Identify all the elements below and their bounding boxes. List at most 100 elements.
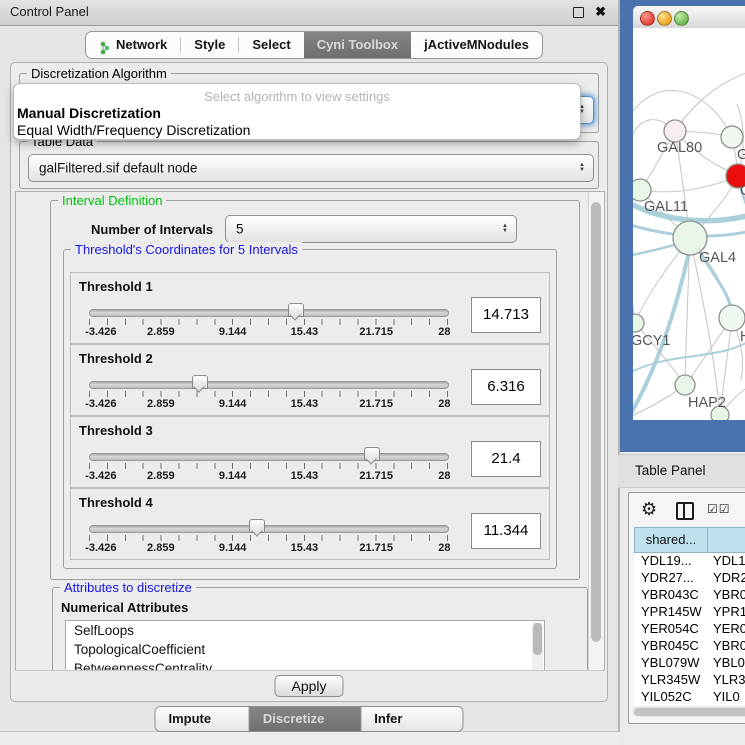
node-label: GCY1 [633, 333, 671, 349]
table-row[interactable]: YLR345WYLR3 [634, 672, 745, 689]
vertical-scrollbar[interactable] [588, 192, 604, 670]
apply-row: Apply [15, 670, 603, 700]
attributes-group-label: Attributes to discretize [60, 580, 196, 595]
slider-scale: -3.4262.8599.14415.4321.71528 [89, 398, 448, 410]
network-window-titlebar[interactable] [633, 6, 745, 29]
slider-ticks [89, 391, 448, 397]
table-row[interactable]: YDL19...YDL1 [634, 553, 745, 570]
tab-discretize-data[interactable]: Discretize Data [249, 707, 360, 731]
cell-shared-name: YER054C [641, 621, 699, 636]
table-row[interactable]: YDR27... YDR2 [634, 570, 745, 587]
checkbox-icons[interactable]: ☑☑ [707, 502, 731, 516]
column-header-name[interactable]: na [707, 527, 745, 553]
close-button[interactable] [640, 11, 655, 26]
network-node-gal11[interactable] [633, 179, 651, 201]
algorithm-dropdown-popup: Select algorithm to view settings Manual… [13, 83, 581, 140]
vertical-scrollbar-thumb[interactable] [591, 202, 601, 642]
cell-name: YIL0 [713, 689, 740, 704]
network-canvas[interactable]: GAL80GCGAL11GAL4GCY1HHAP2 [633, 28, 745, 420]
tab-select[interactable]: Select [239, 32, 303, 58]
attribute-list-item[interactable]: SelfLoops [66, 621, 544, 640]
table-panel-title: Table Panel [635, 463, 706, 478]
network-icon [99, 38, 111, 52]
slider-track[interactable] [89, 381, 449, 389]
algorithm-group-label: Discretization Algorithm [27, 66, 171, 81]
cell-shared-name: YDR27... [641, 570, 694, 585]
slider-handle[interactable] [192, 375, 208, 389]
threshold-slider[interactable]: -3.4262.8599.14415.4321.71528 [89, 453, 447, 483]
control-panel-window: Control Panel ✖ NetworkStyleSelectCyni T… [0, 0, 620, 732]
tab-cyni-toolbox[interactable]: Cyni Toolbox [304, 32, 411, 58]
slider-handle[interactable] [364, 447, 380, 461]
dropdown-option-manual-discretization[interactable]: Manual Discretization [17, 105, 161, 121]
slider-track[interactable] [89, 525, 449, 533]
slider-track[interactable] [89, 309, 449, 317]
minimize-button[interactable] [657, 11, 672, 26]
threshold-value-field[interactable]: 11.344 [471, 513, 541, 549]
cell-shared-name: YBR045C [641, 638, 699, 653]
thresholds-group-label: Threshold's Coordinates for 5 Intervals [71, 242, 302, 257]
table-data-combobox[interactable]: galFiltered.sif default node ▲▼ [28, 154, 594, 182]
node-label: GAL4 [699, 250, 736, 266]
slider-track[interactable] [89, 453, 449, 461]
node-label: GAL11 [644, 199, 688, 215]
table-row[interactable]: YBL079WYBL0 [634, 655, 745, 672]
table-header: shared... na [629, 527, 745, 553]
cyni-toolbox-panel: Discretization Algorithm ▲▼ Select algor… [10, 62, 608, 702]
threshold-slider[interactable]: -3.4262.8599.14415.4321.71528 [89, 309, 447, 339]
zoom-button[interactable] [674, 11, 689, 26]
network-node-h[interactable] [719, 305, 745, 331]
threshold-value-field[interactable]: 14.713 [471, 297, 541, 333]
threshold-value-field[interactable]: 6.316 [471, 369, 541, 405]
horizontal-scrollbar[interactable] [632, 706, 745, 717]
attribute-list-item[interactable]: TopologicalCoefficient [66, 640, 544, 659]
tab-jactivemnodules[interactable]: jActiveMNodules [411, 32, 542, 58]
combo-arrows-icon: ▲▼ [579, 163, 585, 173]
table-row[interactable]: YER054CYER0 [634, 621, 745, 638]
cell-shared-name: YPR145W [641, 604, 702, 619]
apply-button[interactable]: Apply [274, 675, 343, 697]
close-icon[interactable]: ✖ [595, 3, 606, 21]
node-label: GAL80 [657, 140, 702, 156]
table-row[interactable]: YBR045CYBR0 [634, 638, 745, 655]
network-node-g[interactable] [721, 126, 743, 148]
threshold-slider[interactable]: -3.4262.8599.14415.4321.71528 [89, 525, 447, 555]
slider-handle[interactable] [288, 303, 304, 317]
number-of-intervals-value: 5 [236, 222, 244, 237]
network-node-gal80[interactable] [664, 120, 686, 142]
thresholds-group: Threshold's Coordinates for 5 Intervals … [63, 249, 557, 569]
threshold-slider[interactable]: -3.4262.8599.14415.4321.71528 [89, 381, 447, 411]
table-row[interactable]: YIL052CYIL0 [634, 689, 745, 706]
column-header-shared-name[interactable]: shared... [634, 527, 708, 553]
tab-impute-data[interactable]: Impute Data [156, 707, 249, 731]
tab-network[interactable]: Network [86, 32, 180, 58]
network-node-hap2[interactable] [675, 375, 695, 395]
network-node-gcy1[interactable] [633, 314, 644, 332]
slider-scale: -3.4262.8599.14415.4321.71528 [89, 470, 448, 482]
threshold-value-field[interactable]: 21.4 [471, 441, 541, 477]
dropdown-placeholder-option[interactable]: Select algorithm to view settings [14, 89, 580, 104]
numerical-attributes-list[interactable]: SelfLoopsTopologicalCoefficientBetweenne… [65, 620, 545, 671]
tab-style[interactable]: Style [181, 32, 238, 58]
split-columns-icon[interactable] [676, 502, 694, 520]
tab-infer-network[interactable]: Infer Network [360, 707, 462, 731]
dropdown-option-equal-width-frequency[interactable]: Equal Width/Frequency Discretization [17, 122, 250, 138]
table-row[interactable]: YBR043CYBR0 [634, 587, 745, 604]
cell-name: YDR2 [713, 570, 745, 585]
network-view-window: GAL80GCGAL11GAL4GCY1HHAP2 [620, 0, 745, 452]
slider-handle[interactable] [249, 519, 265, 533]
list-scrollbar-thumb[interactable] [533, 623, 542, 655]
table-rows: YDL19...YDL1YDR27... YDR2 YBR043CYBR0YPR14… [634, 553, 745, 706]
control-panel-titlebar: Control Panel ✖ [0, 0, 618, 26]
threshold-label: Threshold 4 [79, 495, 153, 510]
horizontal-scrollbar-thumb[interactable] [634, 708, 745, 716]
list-scrollbar[interactable] [532, 622, 543, 671]
slider-ticks [89, 535, 448, 541]
float-window-icon[interactable] [573, 7, 584, 18]
number-of-intervals-spinner[interactable]: 5 ▲▼ [225, 215, 517, 243]
table-row[interactable]: YPR145WYPR1 [634, 604, 745, 621]
table-panel-titlebar: Table Panel [618, 454, 745, 488]
numerical-attributes-label: Numerical Attributes [61, 600, 188, 615]
slider-ticks [89, 319, 448, 325]
gear-icon[interactable]: ⚙ [641, 499, 657, 520]
